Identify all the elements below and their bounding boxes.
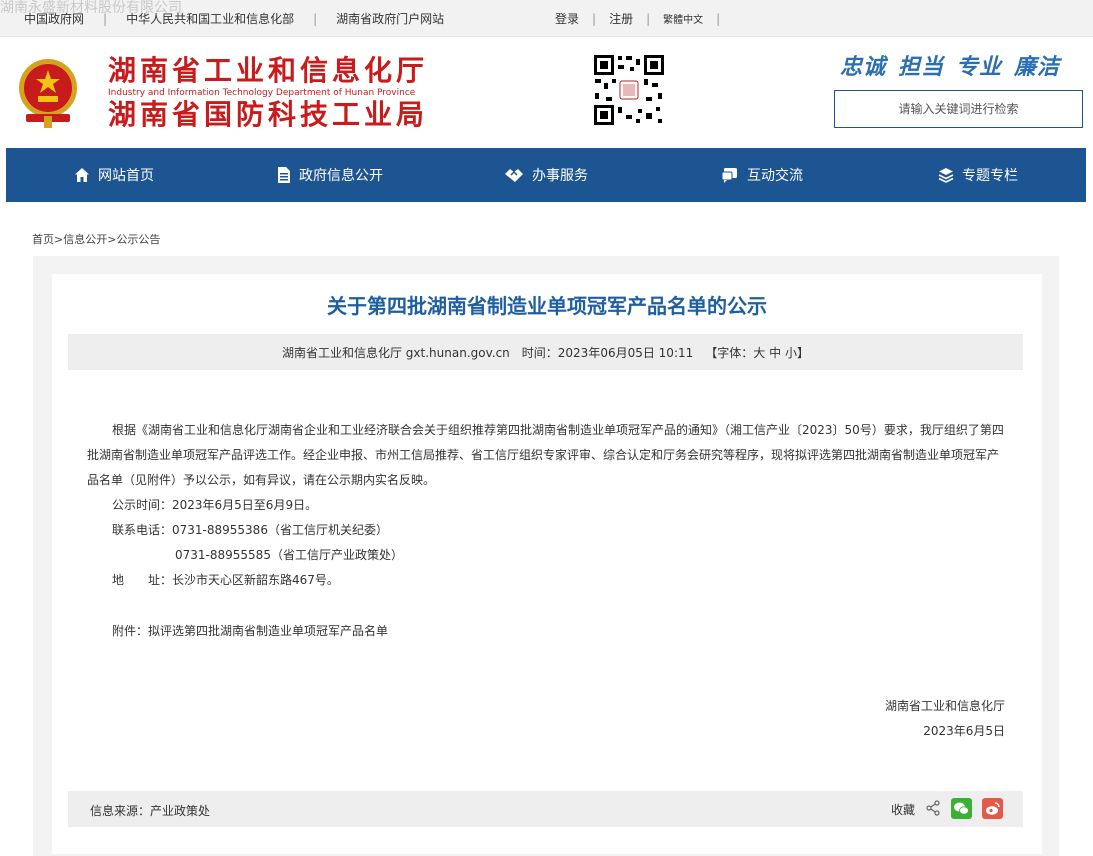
contact-address: 地 址：长沙市天心区新韶东路467号。 <box>112 573 339 587</box>
article-paragraph: 根据《湖南省工业和信息化厅湖南省企业和工业经济联合会关于组织推荐第四批湖南省制造… <box>87 423 1004 487</box>
wechat-share-icon[interactable] <box>951 798 972 819</box>
handshake-icon <box>505 169 523 182</box>
link-miit[interactable]: 中华人民共和国工业和信息化部 <box>126 10 294 27</box>
breadcrumb-home[interactable]: 首页 <box>32 233 54 246</box>
site-title-secondary: 湖南省国防科技工业局 <box>108 98 429 131</box>
top-utility-bar: 湖南永盛新材料股份有限公司 中国政府网 | 中华人民共和国工业和信息化部 | 湖… <box>0 0 1093 37</box>
breadcrumb-info-public[interactable]: 信息公开 <box>63 233 107 246</box>
document-icon <box>278 167 290 183</box>
nav-item-interaction[interactable]: 互动交流 <box>654 148 870 202</box>
link-gov-cn[interactable]: 中国政府网 <box>24 10 84 27</box>
nav-item-label: 政府信息公开 <box>299 168 383 184</box>
font-size-medium[interactable]: 中 <box>769 344 781 361</box>
article-footer: 信息来源：产业政策处 收藏 <box>68 791 1023 827</box>
meta-font-label: 【字体： <box>705 345 754 360</box>
sign-date: 2023年6月5日 <box>923 724 1005 738</box>
public-period: 公示时间：2023年6月5日至6月9日。 <box>112 498 318 512</box>
slogan-word: 廉洁 <box>1014 55 1061 80</box>
article-body: 根据《湖南省工业和信息化厅湖南省企业和工业经济联合会关于组织推荐第四批湖南省制造… <box>87 418 1007 493</box>
layers-icon <box>938 168 954 183</box>
breadcrumb-separator: > <box>54 233 64 246</box>
nav-item-services[interactable]: 办事服务 <box>438 148 654 202</box>
article-title: 关于第四批湖南省制造业单项冠军产品名单的公示 <box>327 294 767 318</box>
separator: | <box>646 11 651 26</box>
slogan: 忠诚 担当 专业 廉洁 <box>840 49 1060 81</box>
traditional-chinese-link[interactable]: 繁體中文 <box>663 11 703 26</box>
article-meta: 湖南省工业和信息化厅 gxt.hunan.gov.cn 时间：2023年06月0… <box>68 334 1023 370</box>
home-icon <box>75 168 89 182</box>
main-nav: 网站首页 政府信息公开 办事服务 互动交流 专题专栏 <box>6 148 1086 202</box>
site-title[interactable]: 湖南省工业和信息化厅 Industry and Information Tech… <box>108 55 428 131</box>
slogan-word: 担当 <box>898 55 945 80</box>
signer: 湖南省工业和信息化厅 <box>884 699 1005 713</box>
weibo-share-icon[interactable] <box>982 798 1003 819</box>
attachment-link[interactable]: 附件：拟评选第四批湖南省制造业单项冠军产品名单 <box>112 622 388 639</box>
search-input[interactable]: 请输入关键词进行检索 <box>834 90 1083 128</box>
info-source: 信息来源：产业政策处 <box>90 804 211 818</box>
contact-phone-2: 0731-88955585（省工信厅产业政策处） <box>175 548 403 562</box>
favorite-button[interactable]: 收藏 <box>891 801 915 818</box>
nav-item-label: 专题专栏 <box>962 168 1018 184</box>
login-link[interactable]: 登录 <box>555 10 579 27</box>
separator: | <box>716 11 721 26</box>
meta-font-end: 】 <box>796 345 809 360</box>
slogan-word: 专业 <box>956 55 1003 80</box>
meta-source: 湖南省工业和信息化厅 gxt.hunan.gov.cn <box>281 345 510 360</box>
font-size-small[interactable]: 小 <box>785 344 797 361</box>
breadcrumb-announcements[interactable]: 公示公告 <box>116 233 160 246</box>
nav-item-topics[interactable]: 专题专栏 <box>870 148 1086 202</box>
register-link[interactable]: 注册 <box>609 10 633 27</box>
nav-item-label: 互动交流 <box>747 168 803 184</box>
meta-time: 时间：2023年06月05日 10:11 <box>521 345 694 360</box>
external-links: 中国政府网 | 中华人民共和国工业和信息化部 | 湖南省政府门户网站 <box>24 10 444 27</box>
slogan-word: 忠诚 <box>840 55 887 80</box>
separator: | <box>103 11 108 26</box>
nav-item-gov-info[interactable]: 政府信息公开 <box>222 148 438 202</box>
nav-item-home[interactable]: 网站首页 <box>6 148 222 202</box>
separator: | <box>313 11 318 26</box>
breadcrumb: 首页>信息公开>公示公告 <box>32 231 160 247</box>
site-header: 湖南省工业和信息化厅 Industry and Information Tech… <box>0 37 1093 148</box>
qr-code-icon <box>592 53 666 127</box>
contact-phone-1: 联系电话：0731-88955386（省工信厅机关纪委） <box>112 523 388 537</box>
site-title-primary: 湖南省工业和信息化厅 <box>108 54 429 87</box>
user-links: 登录 | 注册 | 繁體中文 | <box>555 10 733 27</box>
link-hunan-gov[interactable]: 湖南省政府门户网站 <box>336 10 444 27</box>
separator: | <box>592 11 597 26</box>
share-icon[interactable] <box>926 800 940 816</box>
chat-icon <box>721 168 737 183</box>
nav-item-label: 办事服务 <box>532 168 588 184</box>
font-size-large[interactable]: 大 <box>753 344 765 361</box>
national-emblem-icon <box>19 59 77 128</box>
nav-item-label: 网站首页 <box>98 168 154 184</box>
